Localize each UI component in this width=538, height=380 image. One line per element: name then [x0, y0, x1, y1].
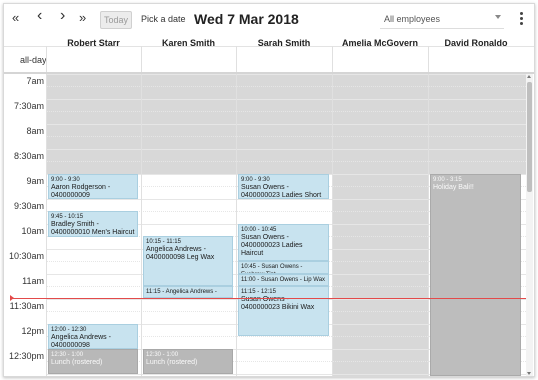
- appointment[interactable]: 10:15 - 11:15 Angelica Andrews - 04000000…: [143, 236, 233, 286]
- chevron-down-icon: [495, 15, 501, 19]
- time-label: 10am: [21, 226, 44, 236]
- time-grid[interactable]: 7am 7:30am 8am 8:30am 9am 9:30am 10am 10…: [4, 74, 526, 376]
- scroll-down-icon[interactable]: [527, 372, 531, 375]
- unavailable-block: [332, 174, 428, 376]
- employee-select-value: All employees: [384, 14, 441, 24]
- employee-select[interactable]: All employees: [380, 10, 504, 29]
- appointment[interactable]: 11:15 - Angelica Andrews - Chin Wax: [143, 286, 233, 298]
- toolbar: « ‹ › » Today Pick a date Wed 7 Mar 2018…: [4, 4, 534, 34]
- vertical-scrollbar[interactable]: [526, 74, 533, 376]
- appointment[interactable]: 9:00 - 9:30 Aaron Rodgerson - 0400000009: [48, 174, 138, 199]
- time-label: 9am: [26, 176, 44, 186]
- next-day-button[interactable]: ›: [60, 8, 65, 24]
- time-label: 11am: [22, 276, 44, 286]
- appointment[interactable]: 9:00 - 9:30 Susan Owens - 0400000023 Ladi…: [238, 174, 329, 199]
- time-label: 11:30am: [9, 301, 44, 311]
- time-label: 12:30pm: [8, 351, 44, 361]
- time-label: 8am: [26, 126, 44, 136]
- appointment[interactable]: 11:00 - Susan Owens - Lip Wax: [238, 274, 329, 286]
- appointment[interactable]: 12:00 - 12:30 Angelica Andrews - 04000000…: [48, 324, 138, 349]
- current-time-line: [12, 298, 526, 299]
- time-label: 7:30am: [13, 101, 44, 111]
- next-week-button[interactable]: »: [79, 11, 86, 25]
- pick-date-button[interactable]: Pick a date: [141, 14, 186, 24]
- current-date-title: Wed 7 Mar 2018: [194, 11, 299, 27]
- today-button[interactable]: Today: [100, 11, 132, 29]
- appointment[interactable]: 11:15 - 12:15 Susan Owens - 0400000023 Bi…: [238, 286, 329, 336]
- time-label: 8:30am: [13, 151, 44, 161]
- prev-week-button[interactable]: «: [12, 11, 19, 25]
- all-day-row[interactable]: all-day: [4, 46, 534, 74]
- prev-day-button[interactable]: ‹: [37, 8, 42, 24]
- time-label: 9:30am: [13, 201, 44, 211]
- appointment[interactable]: 10:00 - 10:45 Susan Owens - 0400000023 La…: [238, 224, 329, 261]
- calendar-window: « ‹ › » Today Pick a date Wed 7 Mar 2018…: [3, 3, 535, 377]
- scrollbar-thumb[interactable]: [527, 82, 532, 192]
- time-label: 10:30am: [8, 251, 44, 261]
- lunch-block[interactable]: 12:30 - 1:00 Lunch (rostered): [143, 349, 233, 374]
- all-day-label: all-day: [20, 55, 47, 65]
- more-vert-icon[interactable]: [520, 12, 524, 26]
- holiday-block[interactable]: 9:00 - 3:15 Holiday Bali!!: [430, 174, 521, 376]
- appointment[interactable]: 10:45 - Susan Owens - Eyebrow Tint: [238, 261, 329, 274]
- appointment[interactable]: 9:45 - 10:15 Bradley Smith - 0400000010 M…: [48, 211, 138, 237]
- lunch-block[interactable]: 12:30 - 1:00 Lunch (rostered): [48, 349, 138, 374]
- scroll-up-icon[interactable]: [527, 75, 531, 78]
- time-label: 12pm: [21, 326, 44, 336]
- time-label: 7am: [26, 76, 44, 86]
